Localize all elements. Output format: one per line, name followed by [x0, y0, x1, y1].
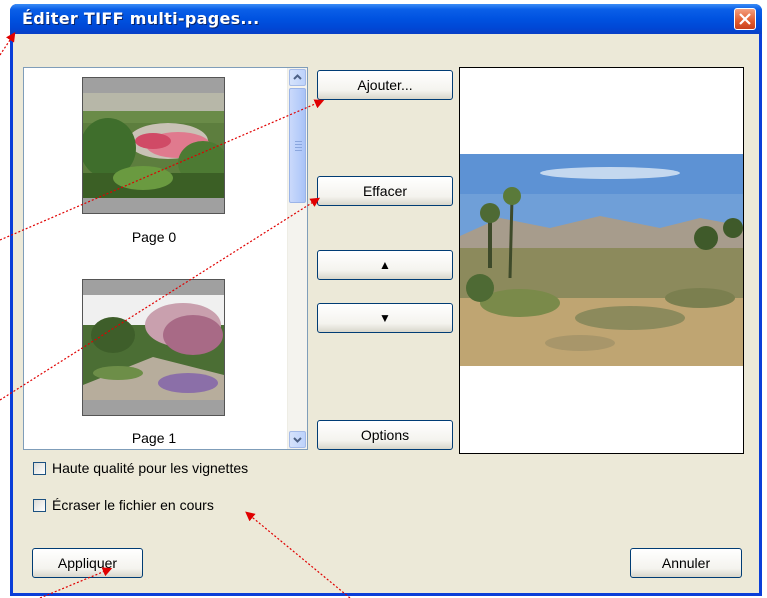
annotation-arrow-delete: [0, 197, 321, 401]
annotation-arrow-overwrite: [245, 511, 351, 598]
annotation-arrow-add: [0, 99, 325, 241]
annotation-arrow-title: [0, 32, 16, 56]
annotation-overlay: [0, 32, 351, 598]
annotation-arrow-apply: [39, 567, 113, 598]
